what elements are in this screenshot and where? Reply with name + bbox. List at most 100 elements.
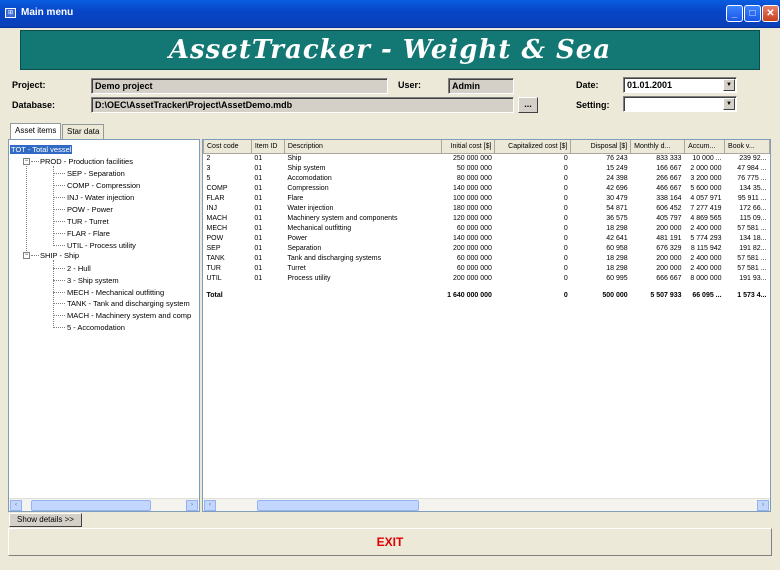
tab-star-data[interactable]: Star data (62, 124, 105, 139)
table-row[interactable]: 5 01 Accomodation 80 000 000 0 24 398 266 667 3… (204, 174, 770, 184)
tree-item-ship[interactable]: SHIP - Ship (40, 251, 79, 260)
tab-asset-items[interactable]: Asset items (10, 123, 62, 139)
table-row[interactable]: 3 01 Ship system 50 000 000 0 15 249 166 667 2 … (204, 164, 770, 174)
tree-item-pow[interactable]: POW - Power (67, 205, 113, 214)
scroll-thumb[interactable] (257, 500, 419, 511)
tree-item-tank[interactable]: TANK - Tank and discharging system (67, 299, 190, 308)
table-total-row[interactable]: Total 1 640 000 000 0 500 000 5 507 933 66 09… (204, 291, 770, 302)
scroll-left-icon[interactable]: ‹ (204, 500, 216, 511)
table-horizontal-scrollbar[interactable]: ‹ › (203, 498, 770, 511)
scroll-right-icon[interactable]: › (186, 500, 198, 511)
table-cell: 01 (254, 194, 263, 202)
tree-connector (53, 209, 65, 210)
table-row[interactable]: COMP 01 Compression 140 000 000 0 42 696 466 6… (204, 184, 770, 194)
user-field[interactable]: Admin (448, 78, 514, 94)
table-cell: 2 400 000 (690, 264, 722, 272)
table-cell: Tank and discharging systems (287, 254, 382, 262)
column-header[interactable]: Description (283, 140, 443, 154)
scroll-thumb[interactable] (31, 500, 151, 511)
tree-item-root[interactable]: TOT - Total vessel (10, 145, 73, 154)
table-cell: Compression (287, 184, 329, 192)
table-cell: 42 641 (606, 234, 628, 242)
tree-item-inj[interactable]: INJ - Water injection (67, 193, 134, 202)
scroll-left-icon[interactable]: ‹ (10, 500, 22, 511)
asset-tree[interactable]: TOT - Total vessel − PROD - Production f… (8, 139, 200, 512)
column-header[interactable]: Book v... (724, 140, 770, 154)
tree-item-hull[interactable]: 2 - Hull (67, 264, 91, 273)
column-header[interactable]: Item ID (250, 140, 285, 154)
column-header[interactable]: Accum... (684, 140, 726, 154)
table-row[interactable]: MACH 01 Machinery system and components 120… (204, 214, 770, 224)
table-cell: Accomodation (287, 174, 332, 182)
tree-item-util[interactable]: UTIL - Process utility (67, 241, 136, 250)
table-cell: 140 000 000 (452, 234, 492, 242)
column-header[interactable]: Initial cost [$] (441, 140, 496, 154)
close-button[interactable]: ✕ (762, 5, 779, 22)
app-icon: ⊞ (5, 8, 16, 18)
column-header[interactable]: Capitalized cost [$] (494, 140, 572, 154)
table-row[interactable]: INJ 01 Water injection 180 000 000 0 54 871 60… (204, 204, 770, 214)
table-cell: 0 (563, 214, 568, 222)
table-cell: 2 400 000 (690, 224, 722, 232)
collapse-icon[interactable]: − (23, 158, 30, 165)
asset-table-pane[interactable]: Cost code Item ID Description Initial co… (202, 139, 771, 512)
table-cell: 191 82... (739, 244, 767, 252)
table-cell: 54 871 (606, 204, 628, 212)
maximize-button[interactable]: □ (744, 5, 761, 22)
table-row[interactable]: UTIL 01 Process utility 200 000 000 0 60 995 6… (204, 274, 770, 284)
browse-button[interactable]: ... (518, 97, 538, 113)
table-row[interactable]: TUR 01 Turret 60 000 000 0 18 298 200 000 2 400… (204, 264, 770, 274)
table-cell: 5 774 293 (690, 234, 722, 242)
tree-connector (26, 158, 27, 255)
table-cell: 57 581 ... (737, 264, 767, 272)
column-header[interactable]: Disposal [$] (570, 140, 632, 154)
table-cell: 180 000 000 (452, 204, 492, 212)
show-details-button[interactable]: Show details >> (9, 513, 82, 527)
total-cell: 500 000 (602, 292, 628, 299)
tree-item-accomodation[interactable]: 5 - Accomodation (67, 323, 125, 332)
table-cell: 0 (563, 184, 568, 192)
table-row[interactable]: TANK 01 Tank and discharging systems 60 000… (204, 254, 770, 264)
table-row[interactable]: MECH 01 Mechanical outfitting 60 000 000 0 18… (204, 224, 770, 234)
table-row[interactable]: 2 01 Ship 250 000 000 0 76 243 833 333 10 000 .… (204, 153, 770, 164)
project-field[interactable]: Demo project (91, 78, 388, 94)
table-cell: 60 000 000 (456, 254, 492, 262)
table-row[interactable]: FLAR 01 Flare 100 000 000 0 30 479 338 164 4 05… (204, 194, 770, 204)
column-header[interactable]: Cost code (203, 140, 252, 154)
tree-item-mach[interactable]: MACH - Machinery system and comp (67, 311, 191, 320)
table-cell: 676 329 (656, 244, 682, 252)
tree-item-prod[interactable]: PROD - Production facilities (40, 157, 133, 166)
tree-item-flar[interactable]: FLAR - Flare (67, 229, 110, 238)
table-cell: 18 298 (606, 254, 628, 262)
table-cell: 2 400 000 (690, 254, 722, 262)
tree-item-tur[interactable]: TUR - Turret (67, 217, 109, 226)
collapse-icon[interactable]: − (23, 252, 30, 259)
setting-select[interactable]: ▼ (623, 96, 737, 112)
table-cell: 18 298 (606, 224, 628, 232)
tree-item-sep[interactable]: SEP - Separation (67, 169, 125, 178)
date-select[interactable]: 01.01.2001 ▼ (623, 77, 737, 93)
tree-connector (53, 268, 65, 269)
table-cell: 606 452 (656, 204, 682, 212)
total-cell (251, 291, 284, 302)
tree-horizontal-scrollbar[interactable]: ‹ › (9, 498, 199, 511)
chevron-down-icon[interactable]: ▼ (723, 98, 735, 110)
app-banner: AssetTracker - Weight & Sea (20, 30, 760, 70)
column-header[interactable]: Monthly d... (630, 140, 686, 154)
minimize-button[interactable]: _ (726, 5, 743, 22)
exit-button[interactable]: EXIT (8, 528, 772, 556)
table-cell: 4 057 971 (690, 194, 722, 202)
database-label: Database: (12, 100, 56, 110)
chevron-down-icon[interactable]: ▼ (723, 79, 735, 91)
date-value: 01.01.2001 (627, 80, 673, 90)
table-cell: 15 249 (606, 164, 628, 172)
database-field[interactable]: D:\OEC\AssetTracker\Project\AssetDemo.md… (91, 97, 514, 113)
tree-item-comp[interactable]: COMP - Compression (67, 181, 140, 190)
table-spacer-cell (204, 284, 770, 291)
table-row[interactable]: SEP 01 Separation 200 000 000 0 60 958 676 329… (204, 244, 770, 254)
table-cell: 0 (563, 224, 568, 232)
table-row[interactable]: POW 01 Power 140 000 000 0 42 641 481 191 5 774… (204, 234, 770, 244)
tree-item-ship-system[interactable]: 3 - Ship system (67, 276, 119, 285)
scroll-right-icon[interactable]: › (757, 500, 769, 511)
tree-item-mech[interactable]: MECH - Mechanical outfitting (67, 288, 164, 297)
